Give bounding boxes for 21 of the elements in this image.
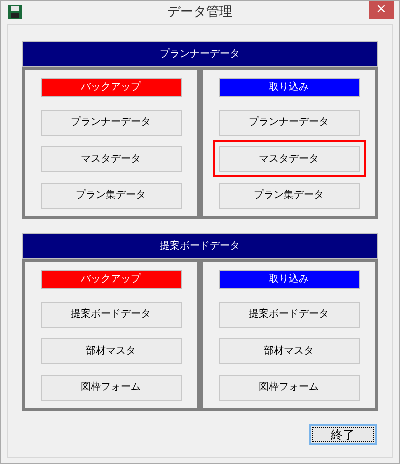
data-button[interactable]: プラン集データ <box>218 182 360 208</box>
data-button[interactable]: 提案ボードデータ <box>218 302 360 328</box>
data-button[interactable]: 図枠フォーム <box>218 374 360 400</box>
data-button[interactable]: プランナーデータ <box>40 110 182 136</box>
section-header: プランナーデータ <box>22 41 378 67</box>
window-title: データ管理 <box>168 4 232 22</box>
group-label: バックアップ <box>40 78 182 97</box>
section-header: 提案ボードデータ <box>22 233 378 259</box>
group-label: バックアップ <box>40 270 182 289</box>
group-label: 取り込み <box>218 78 360 97</box>
data-button[interactable]: プランナーデータ <box>218 110 360 136</box>
data-button[interactable]: 図枠フォーム <box>40 374 182 400</box>
data-button[interactable]: 提案ボードデータ <box>40 302 182 328</box>
exit-button[interactable]: 終了 <box>309 424 377 445</box>
data-button[interactable]: プラン集データ <box>40 182 182 208</box>
data-button[interactable]: マスタデータ <box>40 146 182 172</box>
group-label: 取り込み <box>218 270 360 289</box>
data-button[interactable]: 部材マスタ <box>40 338 182 364</box>
data-button[interactable]: 部材マスタ <box>218 338 360 364</box>
close-button[interactable]: × <box>369 1 394 19</box>
data-button[interactable]: マスタデータ <box>218 146 360 172</box>
